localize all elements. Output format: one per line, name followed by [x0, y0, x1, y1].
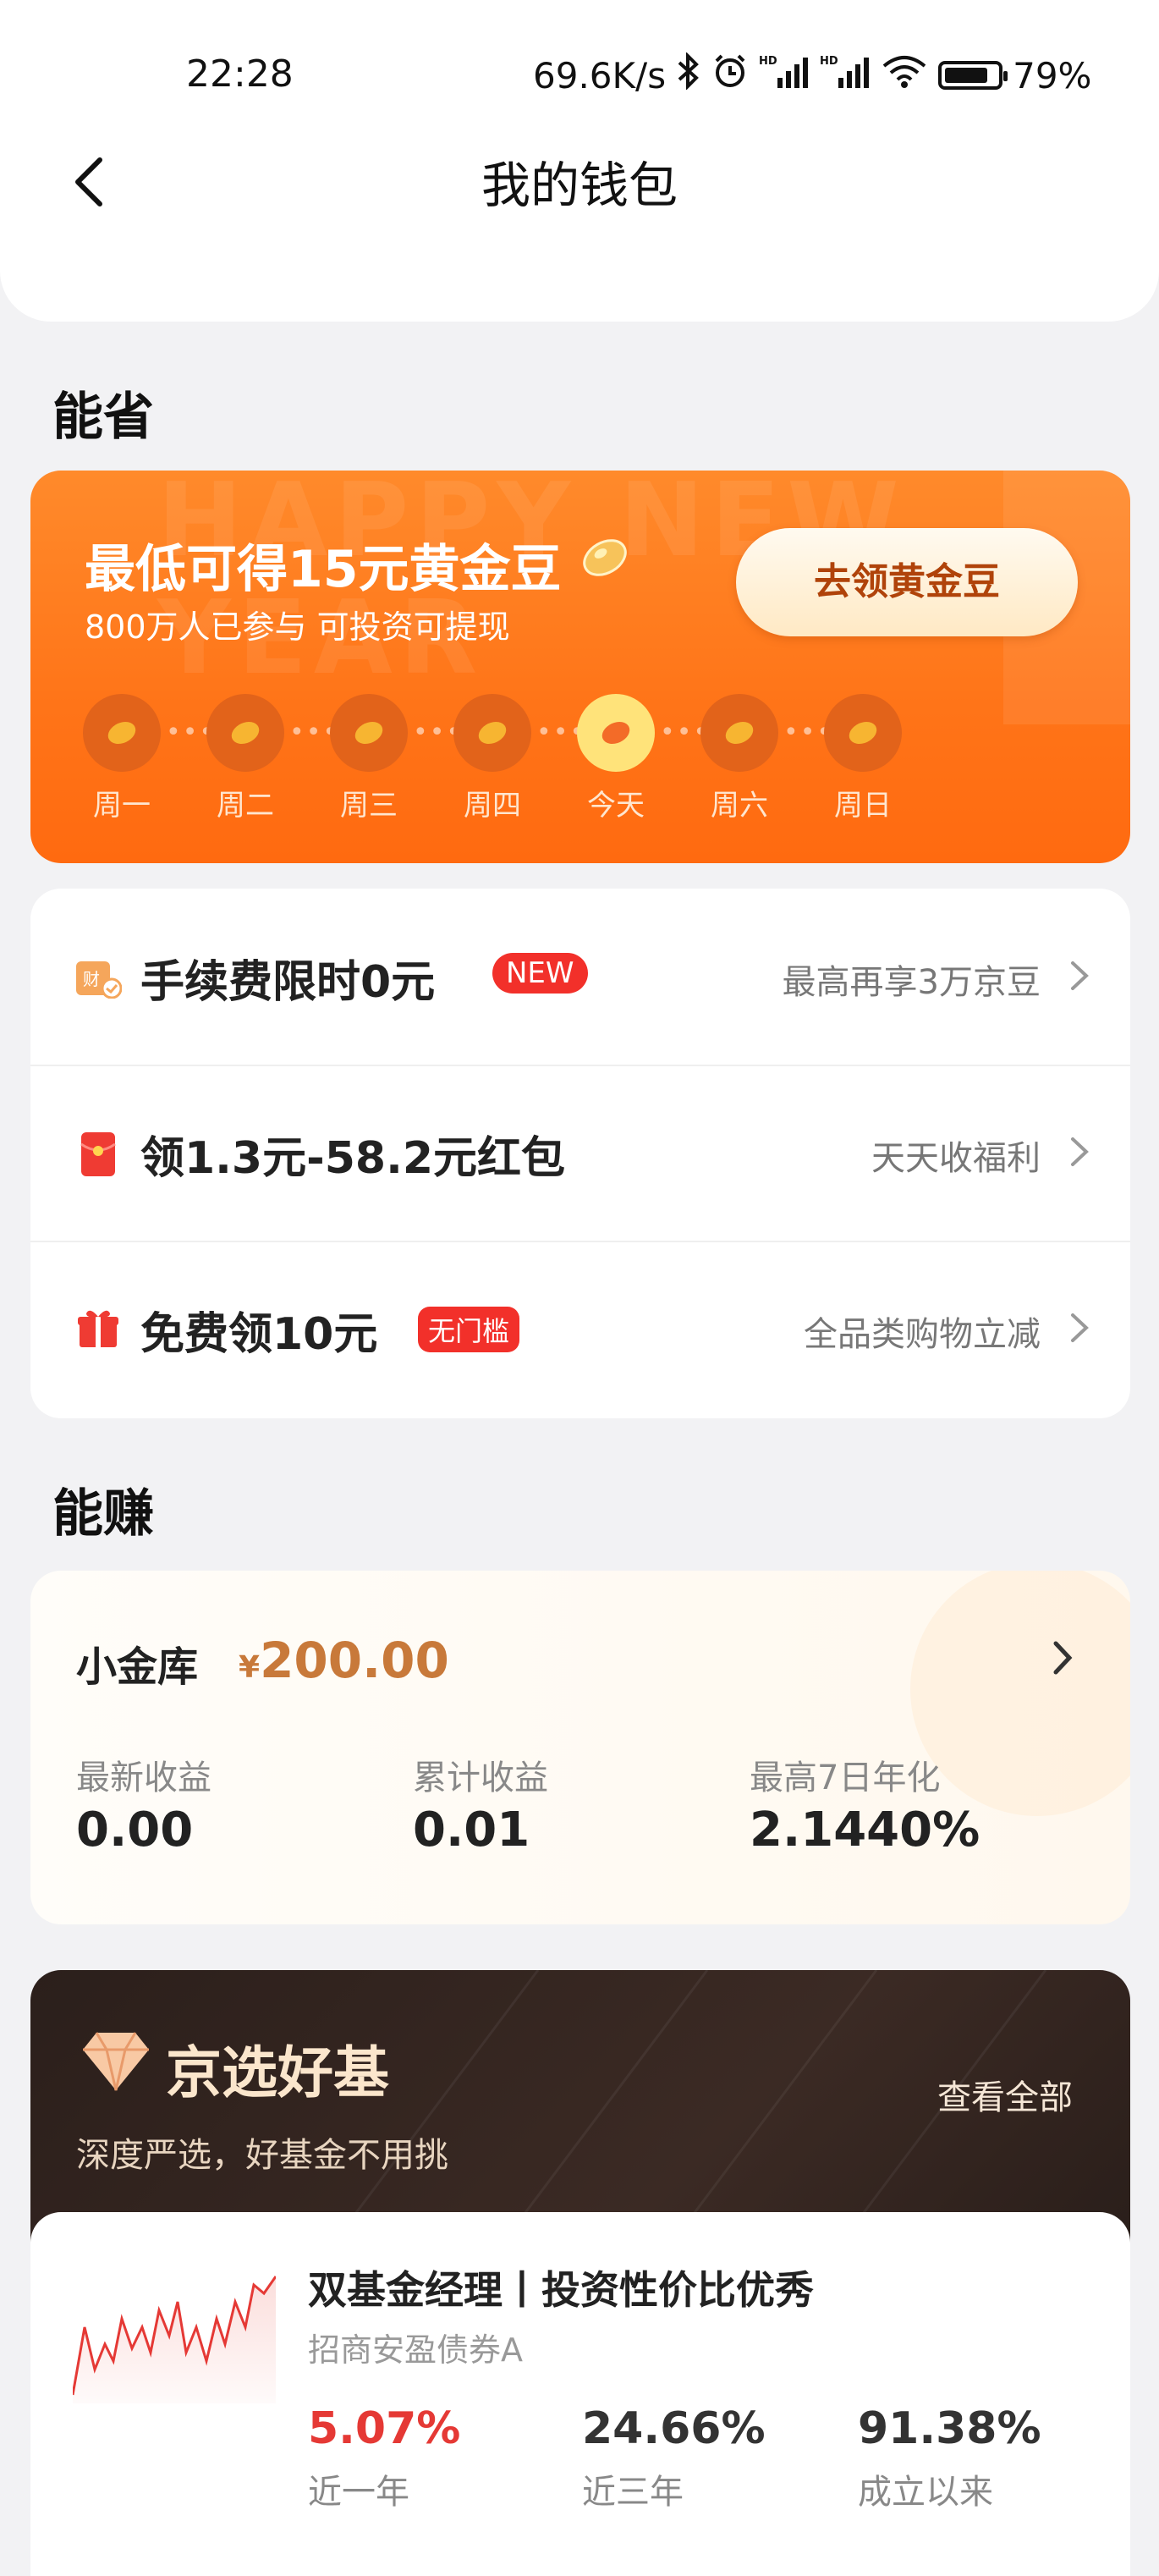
vault-title: 小金库 [76, 1643, 199, 1691]
fund-sparkline [71, 2268, 277, 2403]
offer-title-redpacket: 领1.3元-58.2元红包 [140, 1133, 565, 1184]
claim-gold-bean-button[interactable]: 去领黄金豆 [736, 528, 1078, 636]
section-title-earn: 能赚 [52, 1484, 154, 1544]
bean-icon [231, 721, 260, 745]
network-speed: 69.6K/s [533, 54, 667, 96]
signal-icon-2: HD [820, 52, 871, 98]
bluetooth-icon [676, 52, 701, 98]
gold-bean-icon [575, 531, 634, 584]
scrolled-menu-strip [59, 218, 1100, 269]
alarm-icon [711, 52, 749, 98]
fund-return-label: 近一年 [308, 2473, 409, 2512]
day-label: 周日 [834, 789, 892, 823]
battery-icon [938, 61, 1008, 90]
gold-card-title: 最低可得15元黄金豆 [85, 540, 562, 599]
day-checkin-row: ••• ••• ••• ••• ••• ••• [83, 694, 929, 779]
day-bean-today[interactable] [577, 694, 655, 772]
fund-code: 招商安盈债券A [308, 2331, 523, 2369]
svg-text:HD: HD [820, 55, 838, 68]
day-label: 周二 [217, 789, 274, 823]
vault-deco [910, 1571, 1130, 1816]
chevron-right-icon [1068, 958, 1091, 997]
svg-text:HD: HD [759, 55, 777, 68]
fee-icon: 财 [74, 956, 123, 999]
bean-icon [354, 721, 383, 745]
day-label: 周四 [464, 789, 521, 823]
fund-return-value: 24.66% [582, 2403, 766, 2454]
offer-title-gift: 免费领10元 [140, 1309, 378, 1360]
chevron-right-icon [1068, 1134, 1091, 1173]
day-label: 今天 [587, 789, 645, 823]
chevron-right-icon [1068, 1310, 1091, 1349]
vault-stat-label: 最新收益 [76, 1759, 211, 1797]
day-bean-wed[interactable] [330, 694, 408, 772]
fund-name: 双基金经理丨投资性价比优秀 [308, 2267, 814, 2313]
offer-title-fee: 手续费限时0元 [140, 957, 436, 1008]
currency-symbol: ¥ [239, 1650, 261, 1685]
vault-stat-label: 累计收益 [413, 1759, 548, 1797]
view-all-link[interactable]: 查看全部 [937, 2070, 1073, 2119]
offer-hint-redpacket: 天天收福利 [871, 1139, 1041, 1178]
fund-section-subtitle: 深度严选，好基金不用挑 [76, 2136, 448, 2175]
status-indicators: 69.6K/s HD HD 79% [533, 52, 1091, 98]
day-label: 周一 [93, 789, 151, 823]
vault-stat-value: 2.1440% [750, 1803, 980, 1858]
fund-return-label: 近三年 [582, 2473, 684, 2512]
day-bean-tue[interactable] [206, 694, 284, 772]
vault-stat-label: 最高7日年化 [750, 1759, 941, 1797]
day-label: 周六 [711, 789, 768, 823]
bean-icon [478, 721, 507, 745]
bean-icon [601, 721, 630, 745]
status-time: 22:28 [186, 52, 294, 96]
fund-return-label: 成立以来 [858, 2473, 993, 2512]
vault-stat-value: 0.01 [413, 1803, 530, 1858]
day-labels: 周一 周二 周三 周四 今天 周六 周日 [71, 782, 951, 824]
day-label: 周三 [340, 789, 398, 823]
bean-icon [107, 721, 136, 745]
gold-card-subtitle: 800万人已参与 可投资可提现 [85, 608, 510, 646]
day-bean-sun[interactable] [824, 694, 902, 772]
wifi-icon [881, 52, 928, 98]
day-bean-mon[interactable] [83, 694, 161, 772]
day-bean-sat[interactable] [700, 694, 778, 772]
page-title: 我的钱包 [481, 157, 678, 214]
bean-icon [725, 721, 754, 745]
offer-hint-fee: 最高再享3万京豆 [782, 963, 1041, 1002]
small-vault-card[interactable] [30, 1571, 1130, 1924]
vault-amount-value: 200.00 [260, 1632, 449, 1689]
fund-return-value: 91.38% [858, 2403, 1041, 2454]
fund-return-value: 5.07% [308, 2403, 461, 2454]
signal-icon: HD [759, 52, 810, 98]
diamond-icon [80, 2029, 152, 2094]
bean-icon [849, 721, 877, 745]
section-title-save: 能省 [52, 388, 154, 447]
vault-stat-value: 0.00 [76, 1803, 194, 1858]
chevron-right-icon[interactable] [1049, 1637, 1076, 1682]
vault-amount: ¥200.00 [239, 1632, 449, 1689]
gift-icon [76, 1307, 120, 1351]
red-packet-icon [80, 1131, 117, 1178]
fund-section-title: 京选好基 [166, 2040, 389, 2105]
no-threshold-badge: 无门槛 [418, 1307, 520, 1352]
battery-percent: 79% [1013, 54, 1092, 96]
svg-text:财: 财 [83, 969, 100, 989]
day-bean-thu[interactable] [453, 694, 531, 772]
new-badge: NEW [492, 953, 588, 994]
offer-hint-gift: 全品类购物立减 [804, 1315, 1041, 1354]
